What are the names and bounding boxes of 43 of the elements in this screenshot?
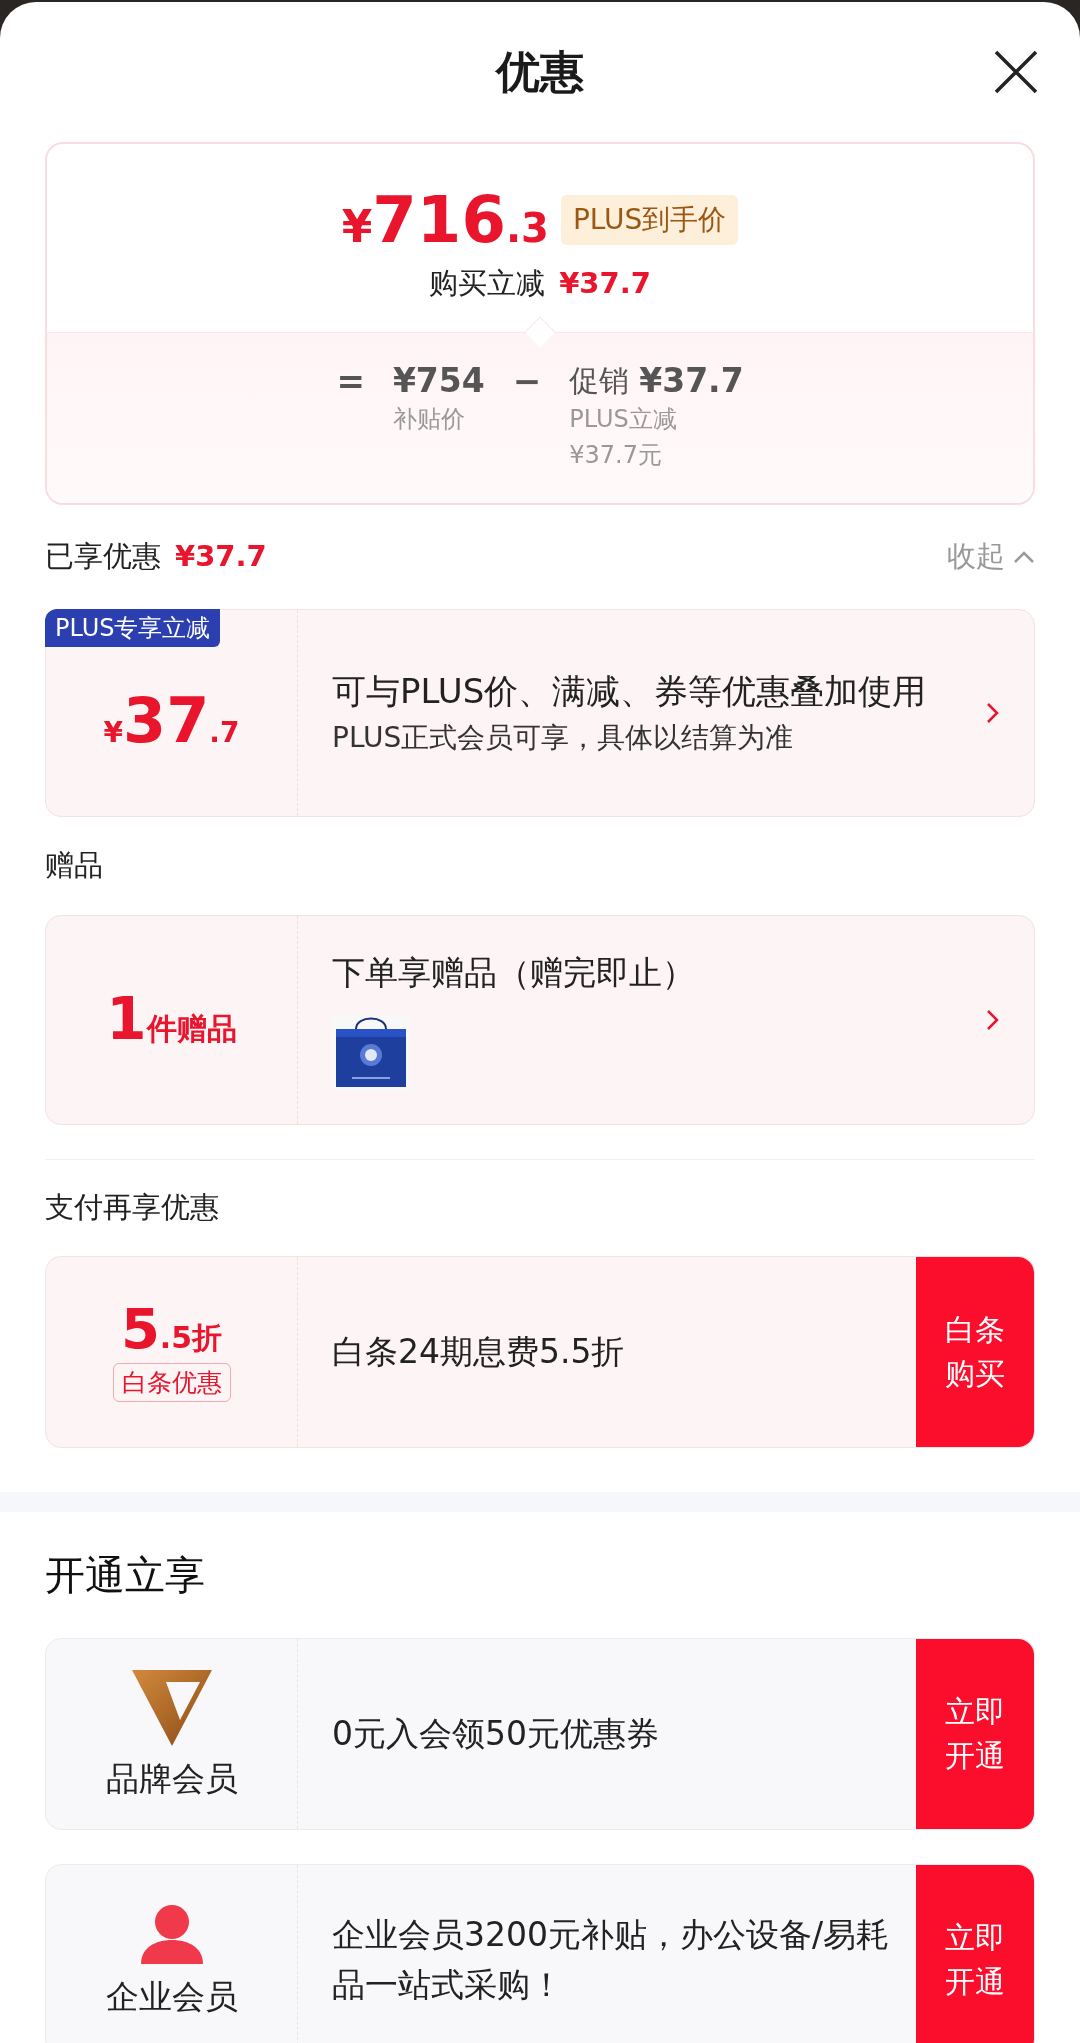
section-label: 赠品 — [45, 846, 103, 884]
section-heading: 开通立享 — [45, 1550, 205, 1600]
discount-rate: 5.5折 — [120, 1300, 223, 1357]
instant-label: 购买立减 — [429, 265, 546, 302]
card-subtitle: PLUS正式会员可享，具体以结算为准 — [332, 719, 795, 756]
promo-amount: ¥37.7 — [639, 360, 744, 401]
price-tag: PLUS到手价 — [560, 195, 739, 245]
card-title: 0元入会领50元优惠券 — [332, 1712, 659, 1755]
section-label: 已享优惠 — [45, 537, 161, 575]
base-label: 补贴价 — [392, 403, 466, 435]
member-type: 品牌会员 — [105, 1757, 238, 1800]
section-label: 支付再享优惠 — [45, 1188, 219, 1226]
gift-count: 1件赠品 — [106, 984, 237, 1055]
final-price: ¥716.3 — [341, 188, 549, 252]
action-button[interactable]: 立即开通 — [916, 1864, 1034, 2043]
person-icon — [138, 1903, 205, 1964]
promo-detail: ¥37.7元 — [569, 439, 663, 471]
collapse-button[interactable]: 收起 — [947, 534, 1035, 579]
chevron-up-icon — [1013, 549, 1035, 564]
card-title: 白条24期息费5.5折 — [332, 1330, 625, 1373]
gift-card[interactable]: 1件赠品 下单享赠品（赠完即止） — [45, 914, 1035, 1125]
card-title: 企业会员3200元补贴，办公设备/易耗品一站式采购！ — [332, 1913, 891, 2006]
minus-sign: − — [512, 360, 542, 403]
close-icon[interactable] — [994, 50, 1038, 94]
instant-amount: ¥37.7 — [559, 265, 651, 302]
payment-tag: 白条优惠 — [112, 1362, 231, 1403]
sheet-title: 优惠 — [496, 45, 584, 99]
card-title: 下单享赠品（赠完即止） — [332, 951, 696, 994]
card-title: 可与PLUS价、满减、券等优惠叠加使用 — [332, 669, 928, 713]
action-button[interactable]: 白条购买 — [916, 1256, 1034, 1447]
discount-card[interactable]: PLUS专享立减 ¥37.7 可与PLUS价、满减、券等优惠叠加使用 PLUS正式会员可享，具体以结算为准 — [45, 608, 1035, 817]
discount-amount: ¥37.7 — [103, 683, 240, 759]
enjoyed-amount: ¥37.7 — [175, 537, 267, 575]
promo-detail: PLUS立减 — [569, 403, 678, 435]
base-price: ¥754 — [392, 360, 485, 401]
member-type: 企业会员 — [105, 1975, 238, 2018]
chevron-right-icon — [986, 700, 1000, 725]
chevron-right-icon — [986, 1007, 1000, 1032]
v-logo-icon — [131, 1669, 212, 1746]
promo-label: 促销 — [569, 361, 630, 400]
plus-badge: PLUS专享立减 — [45, 608, 221, 647]
action-button[interactable]: 立即开通 — [916, 1638, 1034, 1829]
equals-sign: = — [336, 360, 365, 403]
